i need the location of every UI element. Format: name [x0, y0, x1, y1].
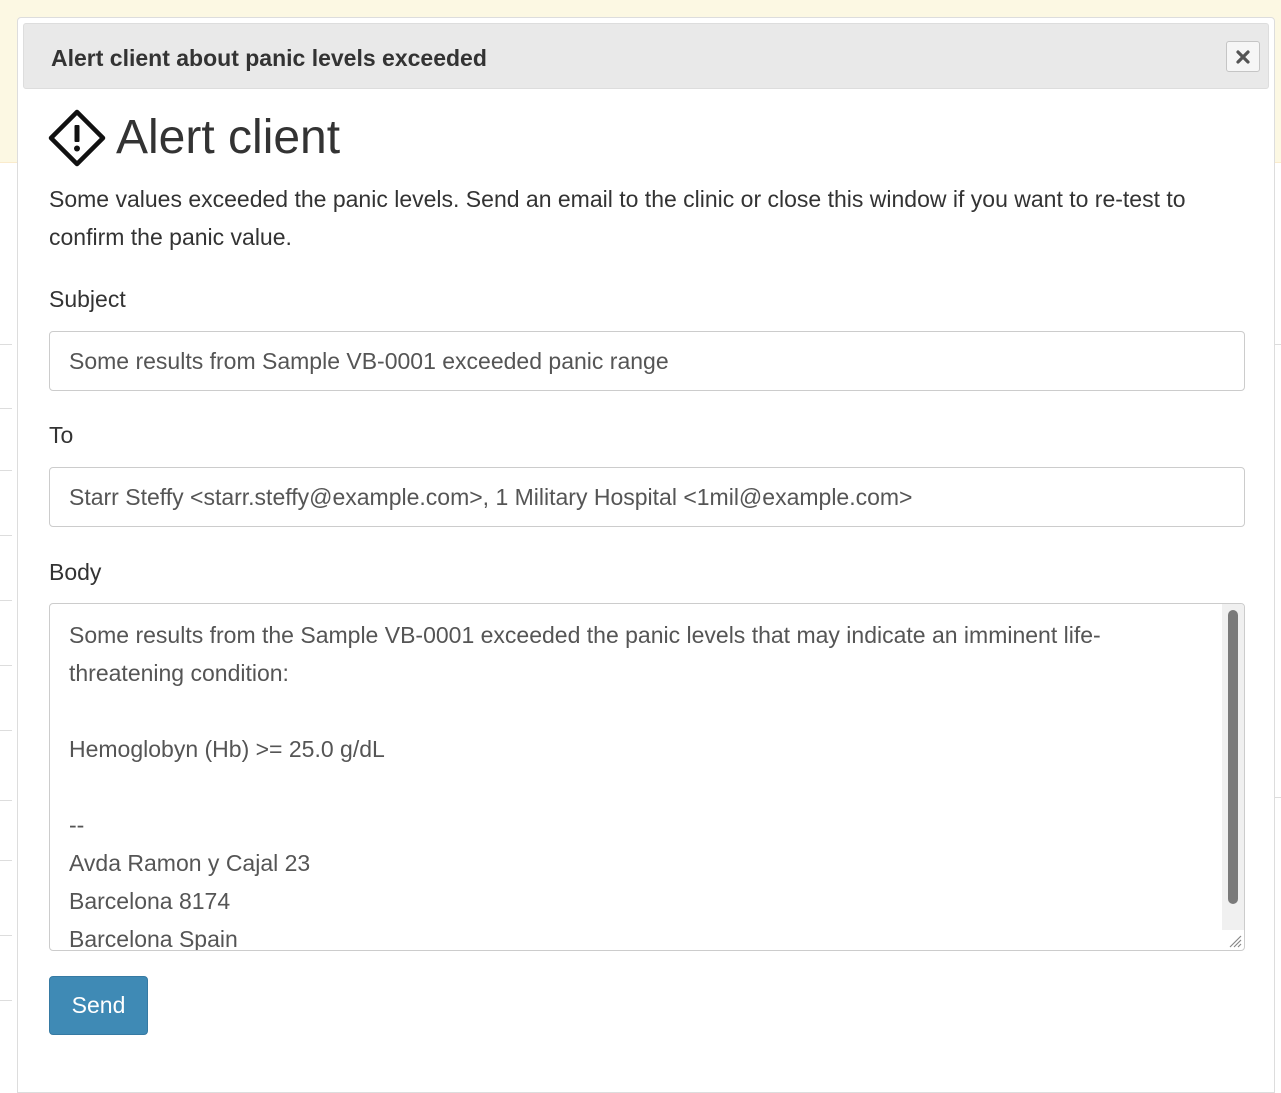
background-divider — [0, 535, 12, 536]
body-label: Body — [49, 559, 102, 585]
background-divider — [0, 470, 12, 471]
subject-label: Subject — [49, 286, 126, 312]
alert-client-dialog: Alert client about panic levels exceeded… — [17, 17, 1275, 1093]
to-label: To — [49, 422, 74, 448]
heading-title: Alert client — [116, 111, 341, 164]
resize-grip-icon[interactable] — [1226, 932, 1242, 948]
background-divider — [1275, 797, 1281, 798]
dialog-title: Alert client about panic levels exceeded — [51, 45, 487, 71]
background-divider — [0, 730, 12, 731]
subject-input[interactable] — [49, 331, 1245, 391]
warning-diamond-icon — [48, 109, 106, 167]
dialog-titlebar[interactable]: Alert client about panic levels exceeded — [23, 23, 1269, 89]
background-divider — [0, 344, 12, 345]
background-divider — [0, 1000, 12, 1001]
body-textarea[interactable]: Some results from the Sample VB-0001 exc… — [49, 603, 1245, 951]
intro-text: Some values exceeded the panic levels. S… — [49, 186, 1186, 250]
background-divider — [0, 665, 12, 666]
body-scrollbar[interactable] — [1222, 604, 1244, 930]
background-divider — [0, 800, 12, 801]
background-divider — [0, 860, 12, 861]
background-divider — [0, 935, 12, 936]
body-scrollbar-thumb[interactable] — [1228, 610, 1238, 904]
body-text: Some results from the Sample VB-0001 exc… — [69, 622, 1101, 951]
background-divider — [0, 600, 12, 601]
close-icon — [1236, 49, 1250, 64]
background-divider — [0, 408, 12, 409]
close-button[interactable] — [1226, 41, 1260, 72]
send-button[interactable]: Send — [49, 976, 148, 1035]
to-input[interactable] — [49, 467, 1245, 527]
dialog-heading: Alert client — [48, 109, 341, 167]
background-divider — [1275, 344, 1281, 345]
